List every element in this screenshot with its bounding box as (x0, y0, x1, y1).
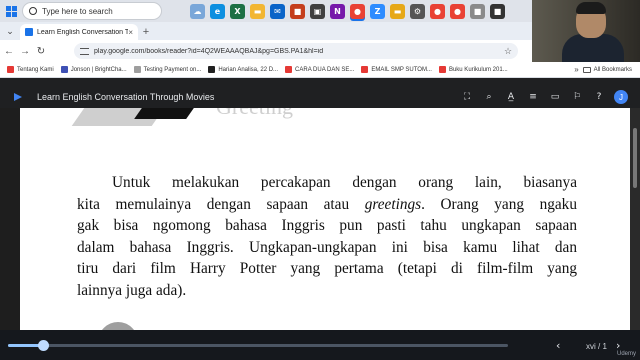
bookmark-item[interactable]: Tentang Kami (7, 66, 54, 73)
bookmark-item[interactable]: EMAIL SMP SUTOM... (361, 66, 432, 73)
bookmark-label: CARA DUA DAN SE... (295, 66, 355, 73)
browser-tab-bar: ⌄ Learn English Conversation Th × + (0, 22, 532, 40)
browser-tab-active[interactable]: Learn English Conversation Th × (20, 24, 138, 40)
bookmark-label: EMAIL SMP SUTOM... (371, 66, 432, 73)
video-progress-handle[interactable] (38, 340, 49, 351)
paragraph-line: lainnya juga ada). (77, 281, 187, 299)
reader-top-strip (0, 78, 640, 86)
bookmark-favicon-icon (60, 66, 68, 73)
back-arrow-icon[interactable]: ← (2, 42, 16, 60)
tab-search-chevron-icon[interactable]: ⌄ (0, 22, 20, 40)
browser-toolbar: ← → ↻ play.google.com/books/reader?id=4Q… (0, 40, 532, 62)
webcam-overlay (532, 0, 640, 62)
settings-icon[interactable]: ⚙ (410, 3, 425, 19)
excel-icon[interactable]: X (230, 3, 245, 19)
paragraph-text: . Orang yang ngaku (421, 195, 577, 213)
page-indicator: xvi / 1 (586, 342, 607, 351)
bookmark-favicon-icon (438, 66, 446, 73)
video-progress-bar[interactable] (8, 340, 508, 351)
bookmark-label: Tentang Kami (17, 66, 54, 73)
media-icon[interactable]: ▣ (310, 3, 325, 19)
paragraph-line: dalam bahasa Inggris. Ungkapan-ungkapan … (77, 238, 577, 256)
bookmark-item[interactable]: Jonson | BrightCha... (60, 66, 127, 73)
close-tab-icon[interactable]: × (128, 28, 133, 37)
reader-page-area: Greeting Untuk melakukan percakapan deng… (0, 108, 640, 330)
bookmark-star-icon[interactable]: ☆ (504, 46, 518, 57)
more-bookmarks-chevron-icon[interactable]: » (574, 65, 578, 74)
app-icon[interactable]: ■ (490, 3, 505, 19)
book-paragraph: Untuk melakukan percakapan dengan orang … (77, 172, 577, 302)
paragraph-text: kita memulainya dengan sapaan atau (77, 195, 365, 213)
bookmark-favicon-icon (285, 66, 293, 73)
mail-icon[interactable]: ✉ (270, 3, 285, 19)
taskbar-apps: ☁ e X ▬ ✉ ■ ▣ N ● Z ▬ ⚙ ● ● ■ ■ (190, 3, 505, 19)
file-explorer-icon[interactable]: ▬ (250, 3, 265, 19)
bookmark-item[interactable]: CARA DUA DAN SE... (285, 66, 354, 73)
chrome-icon[interactable]: ● (350, 3, 365, 19)
widget-icon[interactable]: ☁ (190, 3, 205, 19)
bookmark-favicon-icon (361, 66, 369, 73)
windows-start-button[interactable] (0, 0, 22, 22)
chrome-icon[interactable]: ● (450, 3, 465, 19)
book-title: Learn English Conversation Through Movie… (37, 92, 215, 102)
italic-term: greetings (364, 195, 422, 213)
paragraph-line: kita memulainya dengan sapaan atau greet… (77, 194, 577, 216)
all-bookmarks-button[interactable]: All Bookmarks (582, 66, 632, 73)
bookmarks-bar: Tentang Kami Jonson | BrightCha... Testing… (0, 62, 640, 78)
search-icon[interactable]: ⌕ (482, 90, 496, 104)
bookmark-favicon-icon (7, 66, 14, 73)
site-info-icon[interactable] (80, 47, 89, 55)
taskbar-search-box[interactable]: Type here to search (22, 2, 162, 20)
app-icon[interactable]: ■ (470, 3, 485, 19)
help-icon[interactable]: ? (592, 90, 606, 104)
bookmark-icon[interactable]: ⚐ (570, 90, 584, 104)
account-avatar[interactable]: J (614, 90, 628, 104)
app-icon[interactable]: ■ (290, 3, 305, 19)
reader-scrollbar[interactable] (630, 108, 640, 330)
bookmark-favicon-icon (133, 66, 141, 73)
address-bar[interactable]: play.google.com/books/reader?id=4Q2WEAAA… (74, 43, 518, 59)
onenote-icon[interactable]: N (330, 3, 345, 19)
udemy-watermark: Udemy (616, 351, 636, 357)
bookmark-item[interactable]: Testing Payment on... (133, 66, 202, 73)
chapter-decoration-dark (134, 108, 194, 119)
bookmark-label: Buku Kurikulum 201... (448, 66, 508, 73)
folder-icon[interactable]: ▬ (390, 3, 405, 19)
bookmark-item[interactable]: Buku Kurikulum 201... (438, 66, 508, 73)
display-options-icon[interactable]: A̲ (504, 90, 518, 104)
tab-title: Learn English Conversation Th (37, 28, 129, 36)
zoom-icon[interactable]: Z (370, 3, 385, 19)
google-books-tab-icon (25, 28, 33, 36)
new-tab-button[interactable]: + (138, 24, 154, 40)
contents-icon[interactable]: ≡ (526, 90, 540, 104)
play-books-logo-icon (14, 93, 22, 101)
reader-toolbar: ⛶ ⌕ A̲ ≡ ▭ ⚐ ? J (460, 86, 628, 108)
forward-arrow-icon[interactable]: → (18, 42, 32, 60)
bookmark-label: Testing Payment on... (143, 66, 202, 73)
page-decoration-circle (98, 322, 138, 330)
search-icon (29, 7, 37, 15)
all-bookmarks-label: All Bookmarks (593, 66, 632, 73)
address-url: play.google.com/books/reader?id=4Q2WEAAA… (94, 47, 324, 55)
reader-header: Learn English Conversation Through Movie… (0, 86, 640, 108)
chrome-icon[interactable]: ● (430, 3, 445, 19)
folder-icon (582, 66, 591, 73)
reload-icon[interactable]: ↻ (34, 42, 48, 60)
video-player-bar: ‹ xvi / 1 › Udemy (0, 330, 640, 360)
paragraph-line: tiru dari film Harry Potter yang pertama… (77, 260, 577, 278)
edge-icon[interactable]: e (210, 3, 225, 19)
bookmark-item[interactable]: Harian Analisa, 22 D... (208, 66, 278, 73)
two-page-view-icon[interactable]: ▭ (548, 90, 562, 104)
bookmark-label: Harian Analisa, 22 D... (218, 66, 279, 73)
bookmark-favicon-icon (208, 66, 216, 73)
paragraph-line: Untuk melakukan percakapan dengan orang … (112, 174, 577, 191)
book-page: Greeting Untuk melakukan percakapan deng… (20, 108, 630, 330)
bookmark-label: Jonson | BrightCha... (70, 66, 127, 73)
previous-page-chevron-icon[interactable]: ‹ (556, 339, 560, 352)
chapter-heading-fragment: Greeting (216, 108, 293, 120)
paragraph-line: gak bisa ngomong bahasa Inggris pun past… (77, 217, 577, 235)
fullscreen-icon[interactable]: ⛶ (460, 90, 474, 104)
taskbar-search-placeholder: Type here to search (42, 6, 113, 16)
